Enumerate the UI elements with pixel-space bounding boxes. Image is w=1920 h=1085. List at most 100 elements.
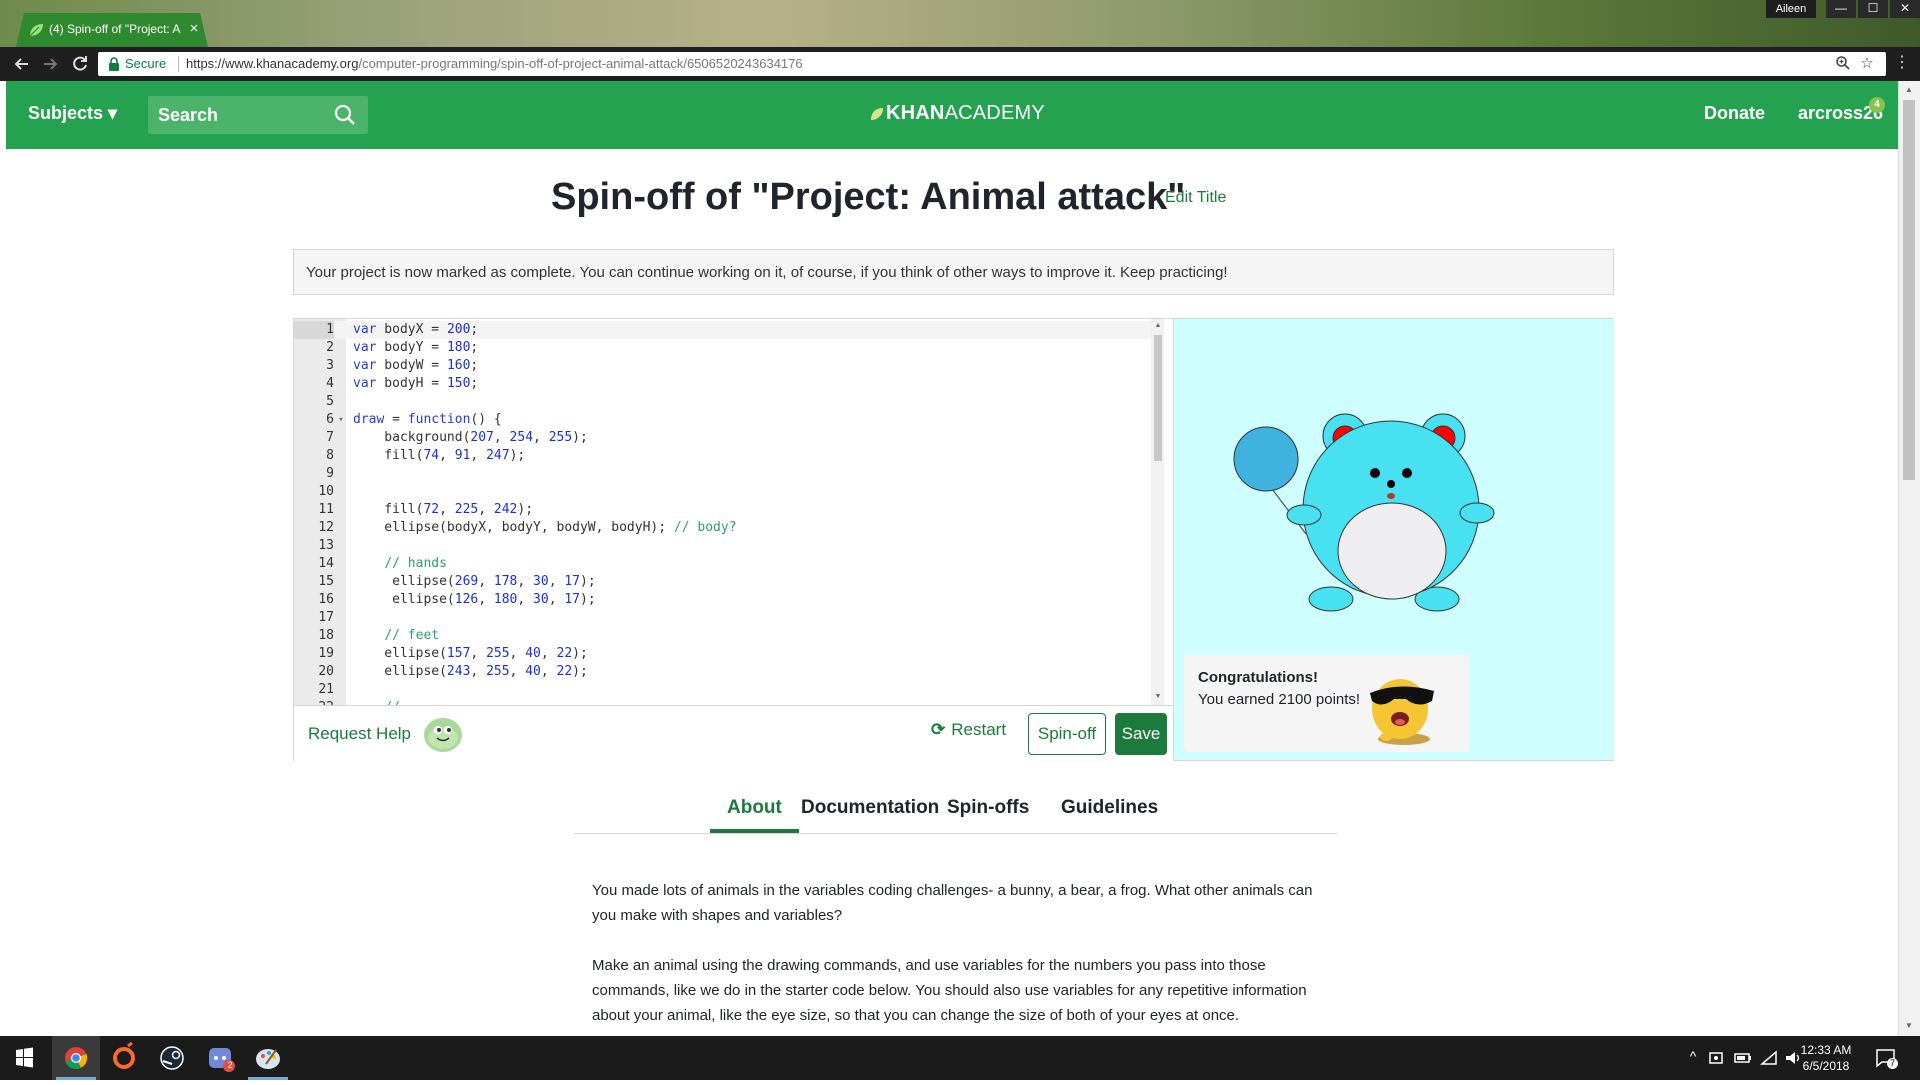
scratchpad: 1 var bodyX = 200; 2 var bodyY = 180; 3 var b… — [293, 318, 1614, 761]
code-editor[interactable]: 1 var bodyX = 200; 2 var bodyY = 180; 3 var b… — [294, 319, 1164, 705]
line-number: 4 — [326, 376, 334, 391]
tray-clock[interactable]: 12:33 AM 6/5/2018 — [1790, 1042, 1862, 1074]
tab-spin-offs[interactable]: Spin-offs — [947, 797, 1029, 819]
code-line[interactable]: 11 fill(72, 225, 242); — [294, 501, 1164, 519]
bookmark-star-icon[interactable]: ☆ — [1858, 54, 1876, 72]
restart-button[interactable]: ⟳ Restart — [931, 720, 1006, 746]
editor-scroll-thumb[interactable] — [1154, 335, 1162, 461]
maximize-button[interactable]: ☐ — [1858, 0, 1888, 18]
tab-documentation[interactable]: Documentation — [801, 797, 939, 819]
page-scroll-up-icon[interactable]: ▲ — [1903, 84, 1915, 96]
line-number: 18 — [318, 628, 334, 643]
wifi-icon[interactable] — [1760, 1050, 1778, 1066]
code-line[interactable]: 19 ellipse(157, 255, 40, 22); — [294, 645, 1164, 663]
about-paragraph-2: Make an animal using the drawing command… — [592, 957, 1307, 1024]
discord-icon[interactable]: 2 — [196, 1036, 244, 1080]
windows-start-icon[interactable] — [0, 1036, 48, 1080]
donate-link[interactable]: Donate — [1704, 103, 1765, 124]
line-number: 6 — [326, 412, 334, 427]
subjects-menu[interactable]: Subjects ▾ — [28, 103, 117, 127]
origin-icon[interactable] — [100, 1036, 148, 1080]
tab-guidelines[interactable]: Guidelines — [1061, 797, 1158, 819]
minimize-button[interactable]: — — [1826, 0, 1856, 18]
search-input[interactable]: Search — [148, 96, 368, 134]
code-line[interactable]: 14 // hands — [294, 555, 1164, 573]
fold-toggle-icon[interactable]: ▾ — [336, 411, 346, 429]
save-button[interactable]: Save — [1115, 713, 1167, 755]
code-text: // feet — [384, 628, 440, 643]
url-path: /computer-programming/spin-off-of-projec… — [358, 56, 803, 71]
code-line[interactable]: 8 fill(74, 91, 247); — [294, 447, 1164, 465]
url-text[interactable]: https://www.khanacademy.org/computer-pro… — [186, 56, 803, 72]
page-scroll-thumb[interactable] — [1903, 100, 1915, 480]
code-text: var bodyW = 160; — [353, 358, 479, 373]
spin-off-button[interactable]: Spin-off — [1028, 713, 1106, 755]
chrome-icon[interactable] — [52, 1036, 100, 1080]
page-viewport: Subjects ▾ Search KHANACADEMY Donate arc… — [6, 81, 1898, 1036]
paint-icon[interactable] — [244, 1036, 292, 1080]
helper-avatar-icon[interactable] — [422, 714, 464, 754]
editor-scroll-up-icon[interactable]: ▲ — [1154, 322, 1162, 330]
congratulations-toast: Congratulations! You earned 2100 points! — [1184, 655, 1469, 752]
code-text: draw = function() { — [353, 412, 502, 427]
request-help-link[interactable]: Request Help — [308, 724, 411, 744]
line-number: 11 — [318, 502, 334, 517]
logo-light: ACADEMY — [944, 102, 1045, 124]
browser-tab[interactable]: (4) Spin-off of "Project: A × — [16, 13, 208, 47]
code-line[interactable]: 15 ellipse(269, 178, 30, 17); — [294, 573, 1164, 591]
code-line[interactable]: 6 ▾ draw = function() { — [294, 411, 1164, 429]
code-line[interactable]: 17 — [294, 609, 1164, 627]
notification-badge[interactable]: 4 — [1869, 97, 1885, 113]
page-scroll-down-icon[interactable]: ▼ — [1903, 1020, 1915, 1032]
steam-icon[interactable] — [148, 1036, 196, 1080]
code-line[interactable]: 21 — [294, 681, 1164, 699]
code-line[interactable]: 5 — [294, 393, 1164, 411]
balloon — [1233, 426, 1299, 492]
reload-icon[interactable] — [70, 54, 90, 74]
code-line[interactable]: 7 background(207, 254, 255); — [294, 429, 1164, 447]
line-number: 19 — [318, 646, 334, 661]
code-line[interactable]: 12 ellipse(bodyX, bodyY, bodyW, bodyH); … — [294, 519, 1164, 537]
search-icon[interactable] — [334, 104, 356, 126]
about-paragraph-1: You made lots of animals in the variable… — [592, 882, 1313, 924]
line-number: 5 — [326, 394, 334, 409]
forward-arrow-icon[interactable] — [40, 54, 60, 74]
browser-menu-icon[interactable]: ⋮ — [1894, 53, 1910, 73]
code-line[interactable]: 4 var bodyH = 150; — [294, 375, 1164, 393]
code-line[interactable]: 1 var bodyX = 200; — [294, 321, 1164, 339]
clock-date: 6/5/2018 — [1802, 1059, 1850, 1073]
left-foot — [1308, 586, 1354, 612]
code-line[interactable]: 10 — [294, 483, 1164, 501]
speaker-device-icon[interactable] — [1708, 1050, 1726, 1066]
line-number: 2 — [326, 340, 334, 355]
line-number: 13 — [318, 538, 334, 553]
code-line[interactable]: 16 ellipse(126, 180, 30, 17); — [294, 591, 1164, 609]
khan-academy-logo[interactable]: KHANACADEMY — [870, 102, 1050, 128]
tab-close-icon[interactable]: × — [186, 20, 202, 38]
editor-scroll-down-icon[interactable]: ▼ — [1154, 693, 1162, 701]
code-line[interactable]: 9 — [294, 465, 1164, 483]
line-number: 1 — [294, 321, 334, 339]
animal-belly — [1337, 502, 1447, 600]
code-line[interactable]: 18 // feet — [294, 627, 1164, 645]
search-label: Search — [158, 105, 219, 125]
address-bar[interactable]: Secure https://www.khanacademy.org/compu… — [98, 52, 1886, 76]
edit-title-link[interactable]: Edit Title — [1165, 189, 1226, 207]
battery-icon[interactable] — [1734, 1050, 1752, 1066]
close-window-button[interactable]: ✕ — [1890, 0, 1920, 18]
output-canvas[interactable]: Congratulations! You earned 2100 points! — [1173, 319, 1614, 760]
code-line[interactable]: 3 var bodyW = 160; — [294, 357, 1164, 375]
profile-badge[interactable]: Aileen — [1766, 0, 1816, 18]
zoom-icon[interactable] — [1834, 55, 1852, 73]
line-number: 20 — [318, 664, 334, 679]
code-line[interactable]: 2 var bodyY = 180; — [294, 339, 1164, 357]
code-line[interactable]: 20 ellipse(243, 255, 40, 22); — [294, 663, 1164, 681]
code-line[interactable]: 13 — [294, 537, 1164, 555]
action-center-icon[interactable]: 7 — [1874, 1046, 1898, 1070]
tray-expand-icon[interactable]: ^ — [1686, 1048, 1700, 1066]
info-tabs: About Documentation Spin-offs Guidelines — [574, 781, 1337, 834]
code-text: ellipse(126, 180, 30, 17); — [353, 592, 596, 607]
back-arrow-icon[interactable] — [12, 54, 32, 74]
code-text: ellipse(bodyX, bodyY, bodyW, bodyH); // … — [353, 520, 737, 535]
tab-about[interactable]: About — [727, 797, 782, 819]
